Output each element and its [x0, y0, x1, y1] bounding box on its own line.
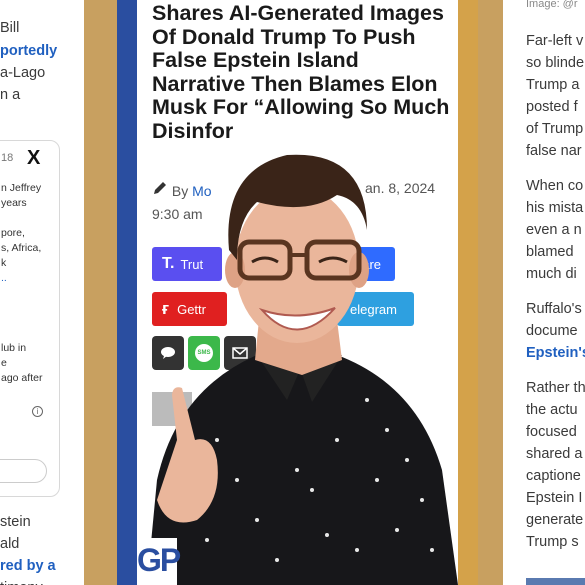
right-text-line: Epstein I — [526, 490, 583, 506]
embedded-tweet-card[interactable]: 18 X n Jeffrey years pore, s, Africa, k … — [0, 140, 60, 497]
presenter-person — [137, 140, 458, 585]
right-article-panel: Image: @r Far-left v so blinde Trump a p… — [503, 0, 585, 585]
tweet-text-line: lub in — [1, 342, 27, 354]
right-text-line: focused — [526, 424, 577, 440]
tweet-link[interactable]: .. — [1, 271, 7, 286]
x-logo-icon[interactable]: X — [27, 147, 40, 169]
right-text-line: posted f — [526, 99, 578, 115]
right-text-line: docume — [526, 323, 578, 339]
right-text-line: generate — [526, 512, 584, 528]
left-text-line: red by a — [0, 555, 56, 577]
article-headline: Shares AI-Generated Images Of Donald Tru… — [152, 1, 450, 143]
right-text-line: so blinde — [526, 55, 585, 71]
left-text-line: Bill — [0, 20, 20, 36]
tweet-text-line: k — [1, 257, 7, 269]
right-text-line: false nar — [526, 143, 582, 159]
tweet-date: 18 — [1, 152, 14, 164]
right-text-line: his mista — [526, 200, 584, 216]
right-image-strip — [526, 578, 585, 585]
right-text-line: even a n — [526, 222, 582, 238]
tweet-text-line: n Jeffrey — [1, 182, 42, 194]
tweet-text-line: ago after — [1, 372, 43, 384]
left-text-line: ald — [0, 536, 20, 552]
right-text-line: shared a — [526, 446, 583, 462]
gp-logo: GP — [137, 538, 181, 585]
tweet-reply-field[interactable] — [0, 459, 47, 483]
left-text-line: timony — [0, 577, 43, 585]
image-caption: Image: @r — [526, 0, 578, 10]
right-text-line: When co — [526, 178, 584, 194]
tweet-text-line: pore, — [1, 227, 25, 239]
tweet-text-line: years — [1, 197, 27, 209]
left-article-panel: Bill portedly a-Lago n a 18 X n Jeffrey … — [0, 0, 84, 585]
left-text-line: stein — [0, 514, 31, 530]
right-text-line: blamed — [526, 244, 574, 260]
right-link-line[interactable]: Epstein's — [526, 342, 585, 364]
gp-logo-text: GP — [137, 542, 181, 578]
left-link[interactable]: red by a — [0, 558, 56, 574]
right-text-line: Far-left v — [526, 33, 584, 49]
right-text-line: Rather th — [526, 380, 585, 396]
frame-left-bar — [117, 0, 137, 585]
left-link-line[interactable]: portedly — [0, 40, 57, 62]
right-text-line: Trump s — [526, 534, 579, 550]
right-text-line: Ruffalo's — [526, 301, 582, 317]
tweet-text-line: s, Africa, — [1, 242, 42, 254]
info-icon[interactable]: i — [32, 406, 43, 417]
right-text-line: of Trump — [526, 121, 584, 137]
left-text-line: n a — [0, 87, 21, 103]
right-text-line: captione — [526, 468, 581, 484]
right-text-line: much di — [526, 266, 577, 282]
left-text-line: a-Lago — [0, 65, 46, 81]
tweet-text-line: e — [1, 357, 7, 369]
right-text-line: the actu — [526, 402, 578, 418]
frame-right-bar — [458, 0, 478, 585]
right-text-line: Trump a — [526, 77, 580, 93]
